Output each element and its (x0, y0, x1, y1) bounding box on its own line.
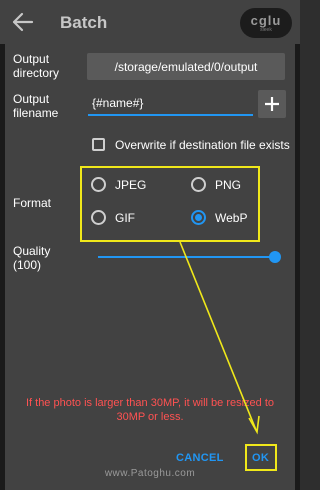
format-label: Format (13, 196, 52, 210)
app-bar: Batch cglu sleek (0, 0, 300, 44)
page-title: Batch (60, 13, 108, 32)
logo: cglu sleek (240, 8, 292, 38)
watermark-text: www.Patoghu.com (104, 468, 196, 479)
radio-png[interactable] (191, 177, 206, 192)
output-directory-button[interactable]: /storage/emulated/0/output (87, 53, 285, 80)
radio-webp[interactable] (191, 210, 206, 225)
output-directory-label: Output directory (13, 52, 60, 80)
overwrite-label[interactable]: Overwrite if destination file exists (115, 138, 290, 152)
output-filename-input[interactable] (88, 94, 253, 116)
logo-subtext: sleek (260, 26, 272, 33)
add-token-button[interactable] (258, 90, 286, 118)
radio-jpeg[interactable] (91, 177, 106, 192)
overwrite-checkbox[interactable] (92, 138, 105, 151)
background-strip-right (295, 44, 300, 490)
radio-gif[interactable] (91, 210, 106, 225)
quality-slider-thumb[interactable] (269, 251, 281, 263)
resize-warning: If the photo is larger than 30MP, it wil… (25, 397, 275, 423)
radio-gif-label[interactable]: GIF (115, 211, 135, 225)
radio-jpeg-label[interactable]: JPEG (115, 178, 146, 192)
arrow-left-icon[interactable] (12, 12, 34, 32)
output-filename-label: Output filename (13, 92, 59, 120)
quality-label: Quality (100) (13, 244, 51, 272)
plus-icon (265, 97, 279, 111)
radio-png-label[interactable]: PNG (215, 178, 241, 192)
quality-slider-track[interactable] (98, 256, 276, 258)
cancel-button[interactable]: CANCEL (176, 452, 224, 464)
logo-text: cglu (250, 12, 282, 28)
radio-webp-label[interactable]: WebP (215, 211, 247, 225)
batch-dialog: Output directory /storage/emulated/0/out… (5, 44, 295, 490)
ok-button[interactable]: OK (252, 452, 269, 464)
